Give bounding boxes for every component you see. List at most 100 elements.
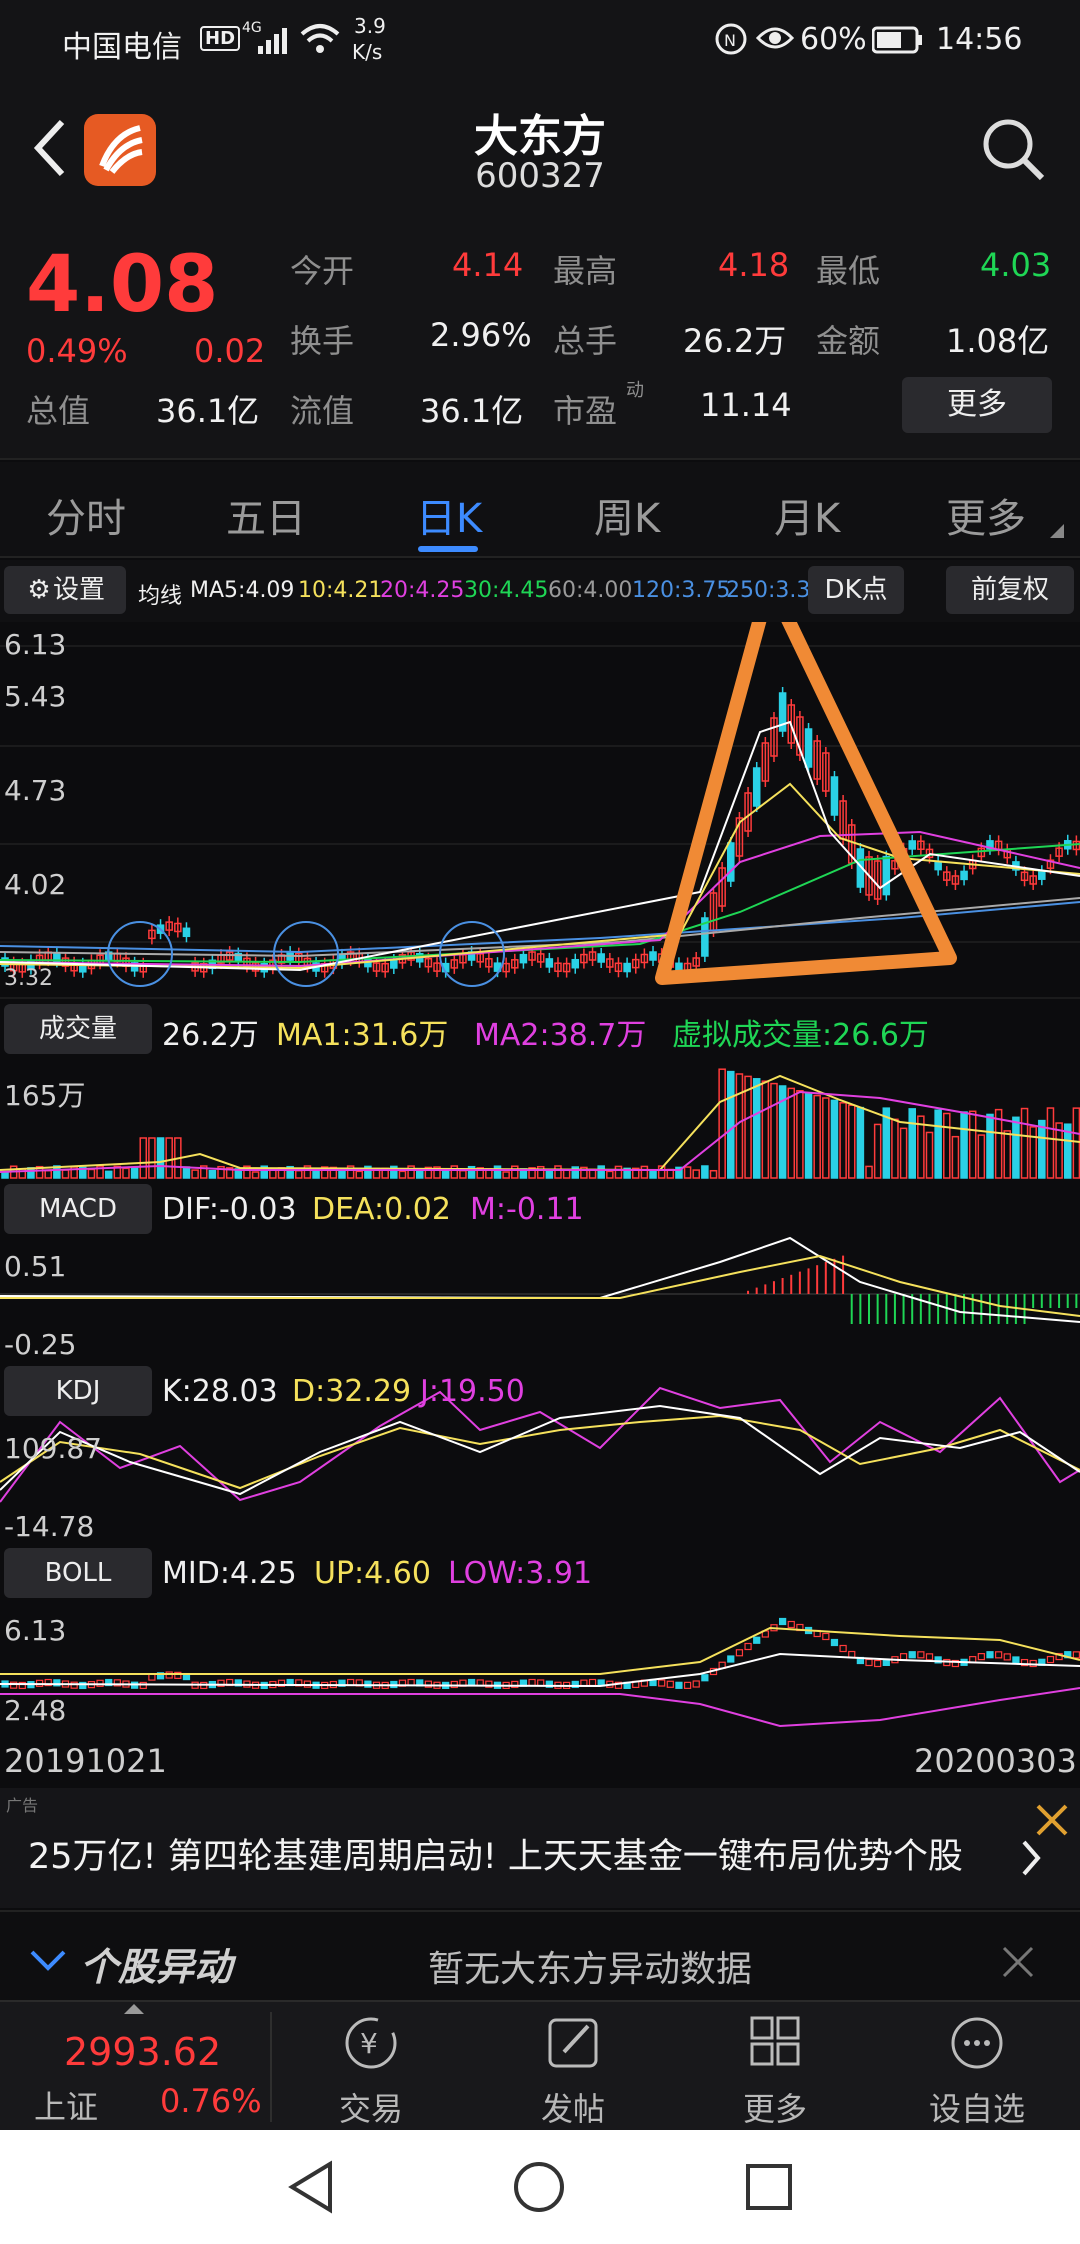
stock-name: 大东方 — [474, 111, 606, 162]
volume-bar — [1072, 1107, 1080, 1179]
volume-bar — [493, 1165, 502, 1179]
close-ad-icon[interactable] — [1034, 1802, 1070, 1838]
turnover-value: 2.96% — [430, 316, 532, 354]
nav-trade[interactable]: ¥ 交易 — [296, 2012, 446, 2130]
nav-add-watchlist[interactable]: 设自选 — [902, 2012, 1052, 2130]
nav-recents-icon[interactable] — [744, 2162, 794, 2212]
volume-bar — [355, 1170, 364, 1179]
tab-daily-k[interactable]: 日K — [416, 486, 482, 544]
boll-candle — [865, 1658, 873, 1667]
boll-candles — [1, 1617, 1080, 1690]
dk-point-button[interactable]: DK点 — [808, 566, 904, 614]
chevron-down-icon[interactable] — [30, 1948, 66, 1972]
boll-candle — [744, 1642, 752, 1651]
boll-candle — [830, 1638, 839, 1647]
ma120-value: 120:3.75 — [632, 578, 731, 603]
float-value-label: 流值 — [290, 392, 355, 430]
volume-bar — [718, 1068, 726, 1179]
volume-label: 总手 — [553, 322, 618, 360]
pe-value: 11.14 — [700, 386, 792, 424]
open-value: 4.14 — [452, 246, 524, 284]
boll-candle — [977, 1653, 985, 1661]
kdj-chip[interactable]: KDJ — [4, 1366, 152, 1416]
tab-intraday[interactable]: 分时 — [46, 486, 126, 544]
nav-more-label: 更多 — [742, 2090, 807, 2128]
volume-bar — [787, 1087, 796, 1179]
volume-bar — [614, 1165, 623, 1179]
ma30-value: 30:4.45 — [464, 578, 549, 603]
hd-badge: HD — [200, 26, 241, 51]
volume-bar — [156, 1137, 165, 1179]
volume-bar — [139, 1137, 148, 1179]
volume-bar — [191, 1169, 199, 1179]
low-label: 最低 — [816, 252, 881, 290]
volume-bar — [1012, 1116, 1020, 1179]
volume-bar — [804, 1092, 813, 1179]
pe-superscript: 动 — [626, 380, 644, 401]
volume-bar — [450, 1165, 459, 1179]
volume-bar — [182, 1166, 191, 1179]
turnover-label: 换手 — [290, 322, 355, 360]
boll-candle — [986, 1651, 994, 1659]
volume-bar — [640, 1165, 649, 1179]
volume-bar — [130, 1167, 139, 1179]
nav-post[interactable]: 发帖 — [498, 2012, 648, 2130]
boll-candle — [1046, 1655, 1055, 1664]
total-value-label: 总值 — [26, 392, 91, 430]
boll-chip[interactable]: BOLL — [4, 1548, 152, 1598]
volume-bar — [891, 1118, 899, 1179]
tab-weekly-k[interactable]: 周K — [594, 486, 660, 544]
boll-candle — [822, 1632, 830, 1641]
volume-value: 26.2万 — [683, 322, 787, 360]
volume-bar — [692, 1169, 700, 1179]
volume-bar — [44, 1169, 52, 1179]
volume-bar — [562, 1169, 571, 1179]
volume-ma2: MA2:38.7万 — [474, 1018, 647, 1053]
volume-bar — [511, 1165, 519, 1179]
boll-candle — [908, 1651, 916, 1659]
boll-candle — [364, 1680, 372, 1688]
nav-home-icon[interactable] — [512, 2160, 566, 2214]
close-icon[interactable] — [1000, 1944, 1036, 1980]
tab-five-day[interactable]: 五日 — [226, 486, 306, 544]
pe-label: 市盈 — [553, 392, 618, 430]
search-icon[interactable] — [980, 116, 1046, 182]
macd-bars — [747, 1255, 1078, 1324]
anomaly-bar: 个股异动 暂无大东方异动数据 — [0, 1910, 1080, 2000]
tab-more[interactable]: 更多 — [946, 486, 1026, 544]
adjust-button[interactable]: 前复权 — [946, 566, 1074, 614]
volume-bar — [908, 1108, 916, 1179]
settings-label: 设置 — [52, 575, 105, 605]
boll-candle — [165, 1671, 173, 1679]
macd-chip[interactable]: MACD — [4, 1184, 152, 1234]
boll-candle — [994, 1651, 1003, 1659]
volume-chip[interactable]: 成交量 — [4, 1004, 152, 1054]
macd-m: M:-0.11 — [470, 1192, 584, 1227]
volume-bar — [545, 1169, 554, 1179]
nav-more[interactable]: 更多 — [700, 2012, 850, 2130]
index-value[interactable]: 2993.62 — [64, 2030, 221, 2074]
low-value: 4.03 — [980, 246, 1052, 284]
boll-candle — [692, 1680, 700, 1688]
boll-candle — [917, 1651, 925, 1659]
nav-back-icon[interactable] — [286, 2160, 334, 2214]
macd-dif-line — [0, 1236, 1080, 1323]
caret-up-icon — [124, 2004, 144, 2014]
volume-bar — [856, 1106, 865, 1179]
volume-bar — [899, 1127, 908, 1179]
quote-more-button[interactable]: 更多 — [902, 377, 1052, 433]
ad-text[interactable]: 25万亿! 第四轮基建周期启动! 上天天基金一键布局优势个股 — [28, 1828, 963, 1879]
ad-banner[interactable]: 广告 25万亿! 第四轮基建周期启动! 上天天基金一键布局优势个股 — [0, 1788, 1080, 1908]
open-label: 今开 — [290, 252, 355, 290]
status-bar: 中国电信 HD 4G 3.9 K/s N 60% 14:56 — [0, 0, 1080, 80]
boll-candle — [96, 1679, 104, 1687]
volume-bar — [683, 1166, 692, 1179]
volume-bar — [701, 1165, 709, 1179]
boll-up-line — [0, 1626, 1080, 1675]
quote-panel: 4.08 0.49% 0.02 总值 36.1亿 今开 4.14 最高 4.18… — [0, 220, 1080, 460]
nav-trade-label: 交易 — [338, 2090, 403, 2128]
tab-monthly-k[interactable]: 月K — [774, 486, 840, 544]
settings-button[interactable]: ⚙设置 — [4, 566, 126, 614]
volume-bar — [554, 1165, 562, 1179]
macd-y-min: -0.25 — [4, 1328, 77, 1361]
